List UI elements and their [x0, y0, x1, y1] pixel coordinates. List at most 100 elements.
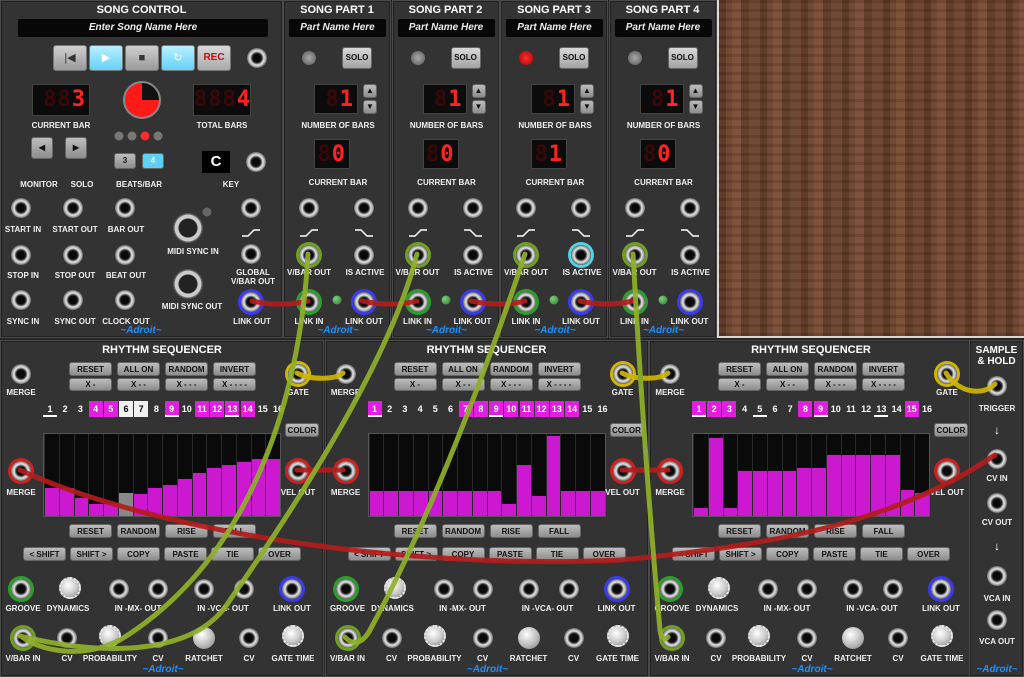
shift-left-button[interactable]: < SHIFT — [672, 547, 715, 561]
cv-in-jack[interactable] — [987, 449, 1007, 469]
step-number[interactable]: 4 — [88, 401, 103, 417]
rise-button[interactable]: RISE — [165, 524, 208, 538]
step-number[interactable]: 4 — [413, 401, 427, 417]
step-velocity-bars[interactable] — [367, 433, 606, 517]
tie-button[interactable]: TIE — [211, 547, 254, 561]
midi-sync-in-port[interactable] — [173, 213, 203, 243]
velocity-bar[interactable] — [147, 434, 162, 516]
step-number[interactable]: 15 — [904, 401, 919, 417]
velocity-bar[interactable] — [368, 434, 384, 516]
dynamics-knob[interactable] — [708, 577, 730, 599]
cv-jack[interactable] — [563, 628, 584, 648]
reset-button[interactable]: RESET — [718, 362, 761, 376]
part-name-field[interactable]: Part Name Here — [289, 19, 386, 37]
velocity-bar[interactable] — [796, 434, 811, 516]
ratchet-knob[interactable] — [517, 627, 540, 649]
velocity-bar[interactable] — [766, 434, 782, 516]
key-jack[interactable] — [246, 152, 266, 172]
reset-button[interactable]: RESET — [718, 524, 761, 538]
division-button[interactable]: X - - - — [489, 378, 533, 391]
vel-out-jack[interactable] — [288, 461, 308, 481]
gate-jack[interactable] — [288, 364, 308, 384]
step-number[interactable]: 11 — [844, 401, 858, 417]
velocity-bar[interactable] — [191, 434, 207, 516]
division-button[interactable]: X - — [69, 378, 112, 391]
paste-button[interactable]: PASTE — [813, 547, 856, 561]
color-button[interactable]: COLOR — [285, 423, 319, 437]
velocity-bar[interactable] — [471, 434, 487, 516]
record-button[interactable]: REC — [197, 45, 231, 71]
velocity-bar[interactable] — [545, 434, 561, 516]
random-button[interactable]: RANDOM — [441, 524, 485, 538]
step-number[interactable]: 4 — [738, 401, 752, 417]
invert-button[interactable]: INVERT — [537, 362, 581, 376]
all-on-button[interactable]: ALL ON — [766, 362, 809, 376]
step-number[interactable]: 6 — [444, 401, 458, 417]
velocity-bar[interactable] — [73, 434, 89, 516]
merge-jack[interactable] — [660, 364, 680, 384]
merge-in-jack[interactable] — [335, 461, 356, 481]
velocity-bar[interactable] — [221, 434, 236, 516]
play-button[interactable]: ▶ — [89, 45, 123, 71]
clock-out-jack[interactable] — [115, 290, 135, 310]
part-name-field[interactable]: Part Name Here — [614, 19, 712, 37]
division-button[interactable]: X - - - - — [213, 378, 256, 391]
link-in-jack[interactable] — [299, 292, 319, 312]
skip-back-button[interactable]: |◀ — [53, 45, 87, 71]
color-button[interactable]: COLOR — [934, 423, 968, 437]
step-number[interactable]: 12 — [859, 401, 873, 417]
vca-out-jack[interactable] — [987, 610, 1007, 630]
record-jack[interactable] — [247, 48, 267, 68]
beat-out-jack[interactable] — [115, 245, 135, 265]
bar-out-jack[interactable] — [115, 198, 135, 218]
dynamics-knob[interactable] — [59, 577, 81, 599]
copy-button[interactable]: COPY — [766, 547, 809, 561]
velocity-bar[interactable] — [132, 434, 148, 516]
step-number[interactable]: 16 — [271, 401, 285, 417]
velocity-bar[interactable] — [840, 434, 856, 516]
stop-button[interactable]: ■ — [125, 45, 159, 71]
part-solo-button[interactable]: SOLO — [450, 47, 481, 69]
part-solo-button[interactable]: SOLO — [667, 47, 698, 69]
step-number[interactable]: 12 — [210, 401, 225, 417]
division-button[interactable]: X - — [718, 378, 761, 391]
cv-jack[interactable] — [797, 628, 817, 648]
cv-jack[interactable] — [239, 628, 259, 648]
shift-right-button[interactable]: SHIFT > — [70, 547, 113, 561]
step-number[interactable]: 16 — [920, 401, 934, 417]
step-number[interactable]: 1 — [43, 401, 57, 417]
probability-knob[interactable] — [748, 625, 770, 647]
part-gate-jack[interactable] — [624, 198, 645, 218]
velocity-bar[interactable] — [398, 434, 413, 516]
part-gate-jack[interactable] — [679, 198, 700, 218]
velocity-bar[interactable] — [589, 434, 605, 516]
rise-button[interactable]: RISE — [814, 524, 857, 538]
gate-jack[interactable] — [612, 364, 633, 384]
velocity-bar[interactable] — [427, 434, 443, 516]
ratchet-knob[interactable] — [842, 627, 864, 649]
tie-button[interactable]: TIE — [860, 547, 903, 561]
velocity-bar[interactable] — [265, 434, 280, 516]
groove-jack[interactable] — [660, 579, 680, 599]
mx-out-jack[interactable] — [148, 579, 168, 599]
bars-down-button[interactable]: ▼ — [471, 100, 486, 114]
shift-left-button[interactable]: < SHIFT — [23, 547, 66, 561]
velocity-bar[interactable] — [250, 434, 266, 516]
stop-in-jack[interactable] — [11, 245, 31, 265]
bars-down-button[interactable]: ▼ — [580, 100, 594, 114]
merge-in-jack[interactable] — [11, 461, 31, 481]
velocity-bar[interactable] — [722, 434, 738, 516]
reset-button[interactable]: RESET — [69, 362, 112, 376]
cv-jack[interactable] — [381, 628, 402, 648]
vca-out-jack[interactable] — [883, 579, 903, 599]
division-button[interactable]: X - — [393, 378, 437, 391]
is-active-jack[interactable] — [571, 245, 591, 265]
reset-button[interactable]: RESET — [69, 524, 112, 538]
step-velocity-bars[interactable] — [43, 433, 281, 517]
all-on-button[interactable]: ALL ON — [117, 362, 160, 376]
is-active-jack[interactable] — [679, 245, 700, 265]
gate-time-knob[interactable] — [931, 625, 953, 647]
step-number[interactable]: 10 — [504, 401, 519, 417]
velocity-bar[interactable] — [117, 434, 133, 516]
vbar-in-jack[interactable] — [13, 628, 33, 648]
